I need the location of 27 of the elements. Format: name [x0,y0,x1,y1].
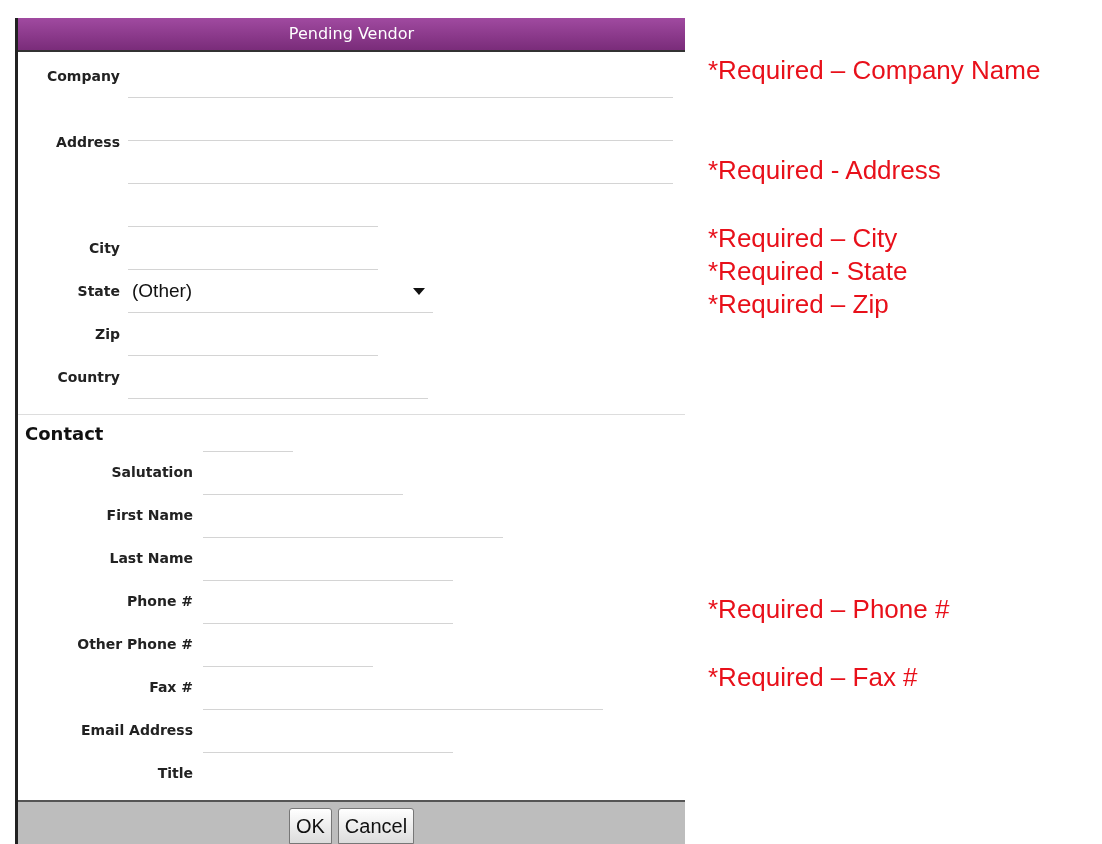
required-note: *Required - Address [708,155,941,185]
field-label: Email Address [80,721,194,740]
field-label: State [76,282,121,301]
field-label: Fax # [148,678,194,697]
cancel-button[interactable]: Cancel [337,808,415,844]
field-label: Title [156,764,194,783]
field-label: Other Phone # [76,635,194,654]
field-label: Company [45,67,121,86]
field-label: First Name [105,506,194,525]
field-label: Salutation [110,463,194,482]
field-label: Phone # [126,592,194,611]
section-heading: Contact [24,421,104,446]
ok-button[interactable]: OK [288,808,332,844]
field-label: Address [55,133,121,152]
field-label: Zip [94,325,121,344]
required-note: *Required – Company Name [708,55,1041,85]
required-note: *Required – City [708,223,898,253]
required-note: *Required – Phone # [708,594,950,624]
field-label: City [88,239,121,258]
field-label: Country [56,368,121,387]
window-title: Pending Vendor [18,18,685,52]
required-note: *Required – Zip [708,289,889,319]
required-note: *Required - State [708,256,908,286]
state-dropdown[interactable]: (Other) [128,270,433,313]
field-label: Last Name [108,549,194,568]
required-note: *Required – Fax # [708,662,918,692]
dropdown-caret-icon [413,287,425,295]
